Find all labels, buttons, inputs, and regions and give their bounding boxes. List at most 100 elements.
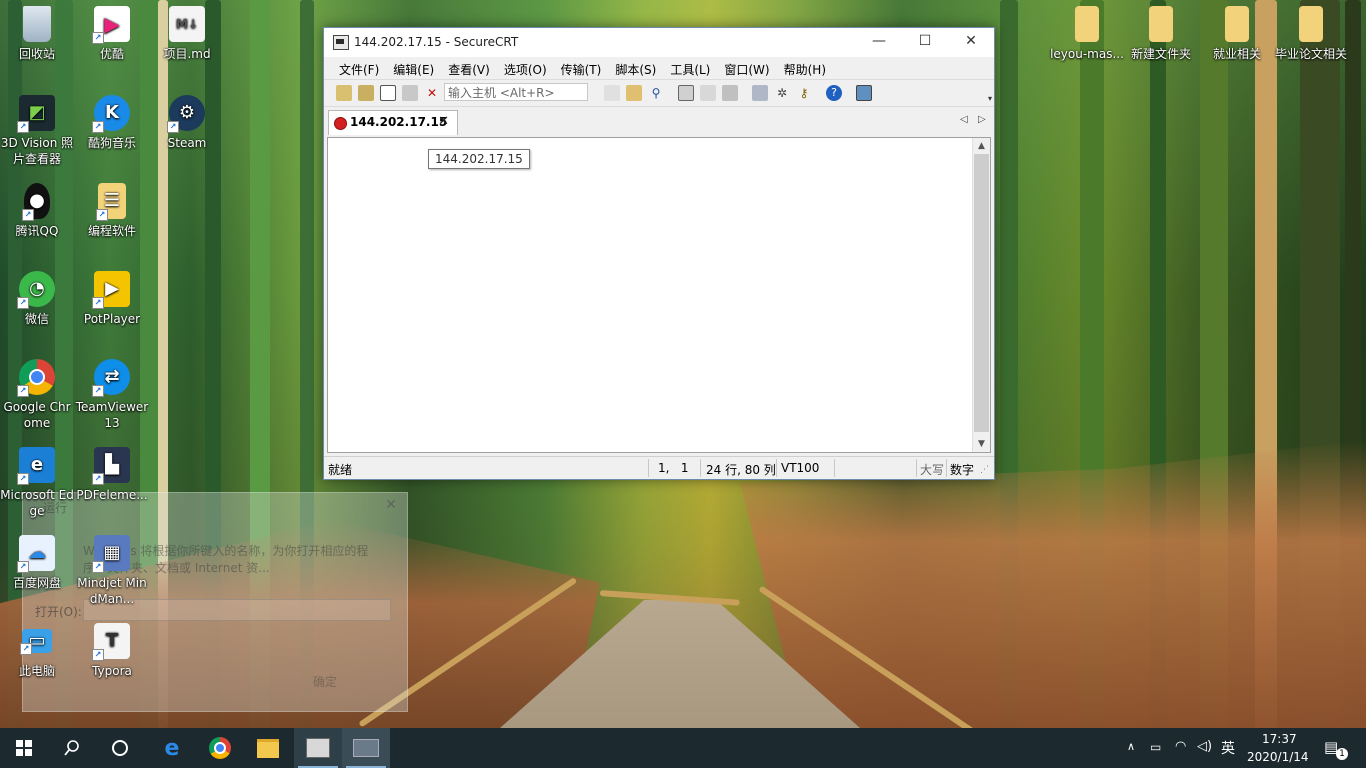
scroll-down-icon[interactable]: ▼ [973, 436, 990, 452]
title-bar[interactable]: 144.202.17.15 - SecureCRT — ☐ ✕ [324, 28, 994, 57]
desktop-icon-wechat[interactable]: ◔ ↗ 微信 [0, 271, 74, 327]
status-emulation: VT100 [781, 461, 820, 475]
close-button[interactable]: ✕ [948, 28, 994, 57]
desktop-icon-leyou-folder[interactable]: leyou-mas... [1050, 6, 1124, 62]
desktop-icon-steam[interactable]: ⚙ ↗ Steam [150, 95, 224, 151]
menu-file[interactable]: 文件(F) [332, 57, 386, 79]
this-pc-icon: ▭ ↗ [20, 629, 52, 655]
help-icon[interactable]: ? [826, 85, 842, 101]
toolbar-overflow-icon[interactable]: ▾ [988, 94, 992, 103]
tab-scroll-left-icon[interactable]: ◁ [960, 114, 968, 125]
quick-connect-icon[interactable] [358, 85, 374, 101]
desktop-icon-3d-vision[interactable]: ◩ ↗ 3D Vision 照片查看器 [0, 95, 74, 167]
keymap-icon[interactable]: ⚷ [796, 85, 812, 101]
print-selection-icon[interactable] [700, 85, 716, 101]
desktop-icon-potplayer[interactable]: ▶ ↗ PotPlayer [75, 271, 149, 327]
desktop-icon-mindmanager[interactable]: ▦ ↗ Mindjet MindMan... [75, 535, 149, 607]
find-icon[interactable]: ⚲ [648, 85, 664, 101]
kugou-icon: K ↗ [92, 95, 130, 133]
securecrt-window[interactable]: 144.202.17.15 - SecureCRT — ☐ ✕ 文件(F) 编辑… [323, 27, 995, 480]
desktop-icon-chrome[interactable]: ↗ Google Chrome [0, 359, 74, 431]
window-title: 144.202.17.15 - SecureCRT [354, 35, 519, 49]
clock-time[interactable]: 17:37 [1262, 732, 1297, 746]
global-options-icon[interactable]: ✲ [774, 85, 790, 101]
wifi-icon[interactable]: ◠ [1175, 739, 1186, 754]
paste-icon[interactable] [626, 85, 642, 101]
menu-edit[interactable]: 编辑(E) [386, 57, 441, 79]
menu-transfer[interactable]: 传输(T) [554, 57, 609, 79]
print-icon[interactable] [678, 85, 694, 101]
desktop-icon-recycle-bin[interactable]: 回收站 [0, 6, 74, 62]
terminal-icon [353, 739, 379, 757]
folder-icon [1075, 6, 1099, 42]
folder-icon [1225, 6, 1249, 42]
session-tab[interactable]: 144.202.17.15 ✕ [328, 110, 458, 135]
minimize-button[interactable]: — [856, 28, 902, 57]
desktop-icon-baidu-netdisk[interactable]: ☁ ↗ 百度网盘 [0, 535, 74, 591]
markdown-file-icon: M↓ [169, 6, 205, 42]
desktop-icon-youku[interactable]: ▶ ↗ 优酷 [75, 6, 149, 62]
menu-window[interactable]: 窗口(W) [717, 57, 776, 79]
menu-options[interactable]: 选项(O) [497, 57, 554, 79]
menu-script[interactable]: 脚本(S) [608, 57, 663, 79]
battery-icon[interactable]: ▭ [1150, 740, 1161, 754]
run-dialog-close-icon[interactable]: ✕ [385, 497, 397, 513]
status-num-lock: 数字 [950, 463, 975, 477]
desktop-icon-new-folder[interactable]: 新建文件夹 [1124, 6, 1198, 62]
sftp-icon[interactable] [856, 85, 872, 101]
teamviewer-icon: ⇄ ↗ [92, 359, 130, 397]
connect-icon[interactable] [336, 85, 352, 101]
taskbar-securecrt-connect[interactable] [294, 728, 342, 768]
start-button[interactable] [0, 728, 48, 768]
vertical-scrollbar[interactable]: ▲ ▼ [972, 138, 990, 452]
printer-setup-icon[interactable] [722, 85, 738, 101]
desktop-icon-project-md[interactable]: M↓ 项目.md [150, 6, 224, 62]
connect-in-tab-icon[interactable] [380, 85, 396, 101]
clock-date[interactable]: 2020/1/14 [1247, 750, 1309, 764]
potplayer-icon: ▶ ↗ [92, 271, 130, 309]
session-options-icon[interactable] [752, 85, 768, 101]
menu-tools[interactable]: 工具(L) [663, 57, 717, 79]
status-terminal-size: 24 行, 80 列 [706, 463, 776, 477]
desktop-icon-qq[interactable]: ● ↗ 腾讯QQ [0, 183, 74, 239]
scroll-up-icon[interactable]: ▲ [973, 138, 990, 154]
status-cursor-position: 1, 1 [658, 461, 689, 475]
close-tab-icon[interactable]: ✕ [438, 114, 449, 129]
menu-view[interactable]: 查看(V) [441, 57, 497, 79]
show-hidden-icons[interactable]: ∧ [1127, 740, 1135, 753]
run-dialog-ok-button[interactable]: 确定 [313, 673, 337, 690]
resize-grip-icon[interactable]: ⋰ [980, 465, 989, 475]
securecrt-icon [306, 738, 330, 758]
tab-tooltip: 144.202.17.15 [428, 149, 530, 169]
tab-scroll-right-icon[interactable]: ▷ [978, 114, 986, 125]
desktop-icon-kugou[interactable]: K ↗ 酷狗音乐 [75, 95, 149, 151]
ime-indicator[interactable]: 英 [1221, 738, 1235, 758]
desktop-icon-programming[interactable]: ☰ ↗ 编程软件 [75, 183, 149, 239]
status-bar: 就绪 1, 1 24 行, 80 列 VT100 大写 数字 ⋰ [324, 456, 994, 479]
volume-icon[interactable]: ◁) [1197, 739, 1212, 754]
terminal-area[interactable]: 144.202.17.15 ▲ ▼ [327, 137, 991, 453]
desktop-icon-employment-folder[interactable]: 就业相关 [1200, 6, 1274, 62]
taskbar-securecrt[interactable] [342, 728, 390, 768]
host-input[interactable]: 输入主机 <Alt+R> [444, 83, 588, 101]
maximize-button[interactable]: ☐ [902, 28, 948, 57]
desktop-icon-typora[interactable]: T ↗ Typora [75, 623, 149, 679]
desktop-icon-pdfelement[interactable]: ▙ ↗ PDFeleme... [75, 447, 149, 503]
taskbar-file-explorer[interactable] [244, 728, 292, 768]
task-view-button[interactable] [96, 728, 144, 768]
qq-icon: ● ↗ [22, 183, 50, 221]
desktop-icon-this-pc[interactable]: ▭ ↗ 此电脑 [0, 623, 74, 679]
taskbar-chrome[interactable] [196, 728, 244, 768]
copy-icon[interactable] [604, 85, 620, 101]
desktop-icon-edge[interactable]: e ↗ Microsoft Edge [0, 447, 74, 519]
desktop-icon-thesis-folder[interactable]: 毕业论文相关 [1274, 6, 1348, 62]
search-button[interactable] [48, 728, 96, 768]
menu-help[interactable]: 帮助(H) [777, 57, 833, 79]
desktop-icon-teamviewer[interactable]: ⇄ ↗ TeamViewer 13 [75, 359, 149, 431]
scrollbar-thumb[interactable] [974, 154, 989, 432]
disconnect-icon[interactable]: ✕ [424, 85, 440, 101]
edge-icon: e [164, 735, 180, 761]
taskbar-edge[interactable]: e [148, 728, 196, 768]
reconnect-icon[interactable] [402, 85, 418, 101]
session-tab-bar: 144.202.17.15 ✕ ◁ ▷ [324, 107, 994, 135]
